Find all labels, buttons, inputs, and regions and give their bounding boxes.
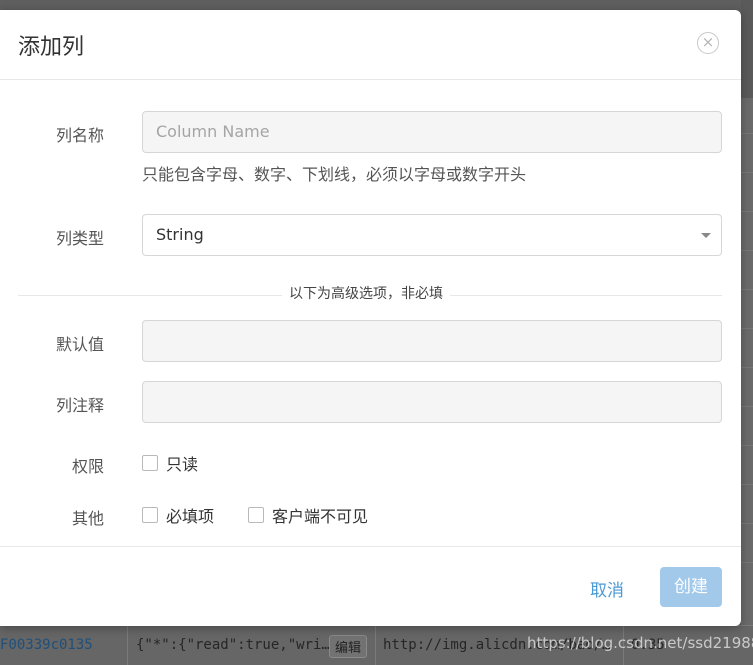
dialog-header: 添加列 × xyxy=(0,10,741,80)
column-type-select[interactable]: String xyxy=(142,214,722,256)
column-name-label: 列名称 xyxy=(55,126,104,145)
background-row-divider xyxy=(741,133,753,134)
chevron-down-icon xyxy=(701,233,711,238)
dialog-title: 添加列 xyxy=(18,35,85,60)
other-label: 其他 xyxy=(71,509,104,528)
create-button[interactable]: 创建 xyxy=(660,567,722,607)
add-column-dialog: 添加列 × 列名称 Column Name 只能包含字母、数字、下划线，必须以字… xyxy=(0,10,741,626)
required-checkbox-box[interactable] xyxy=(142,507,158,523)
default-value-input[interactable] xyxy=(142,320,722,362)
background-table-edge xyxy=(741,0,753,664)
column-name-input[interactable]: Column Name xyxy=(142,111,722,153)
background-row-divider xyxy=(741,172,753,173)
background-row-divider xyxy=(741,562,753,563)
row-edit-button: 编辑 xyxy=(329,635,368,658)
client-invisible-checkbox[interactable]: 客户端不可见 xyxy=(248,505,369,526)
advanced-divider-text: 以下为高级选项，非必填 xyxy=(282,283,450,303)
column-divider xyxy=(127,626,128,665)
readonly-checkbox[interactable]: 只读 xyxy=(142,453,199,474)
background-row-divider xyxy=(741,445,753,446)
cancel-button[interactable]: 取消 xyxy=(590,576,624,601)
comment-label: 列注释 xyxy=(55,396,104,415)
default-value-label: 默认值 xyxy=(55,335,104,354)
column-name-hint: 只能包含字母、数字、下划线，必须以字母或数字开头 xyxy=(142,165,527,184)
column-type-value: String xyxy=(156,225,204,244)
row-acl-cell: {"*":{"read":true,"wri… xyxy=(136,637,330,653)
column-divider xyxy=(375,626,376,665)
background-row-divider xyxy=(741,328,753,329)
background-row-divider xyxy=(741,250,753,251)
permission-label: 权限 xyxy=(71,457,104,476)
background-row-divider xyxy=(741,484,753,485)
background-table-header xyxy=(741,0,753,98)
readonly-checkbox-box[interactable] xyxy=(142,455,158,471)
background-row-divider xyxy=(741,289,753,290)
dialog-footer: 取消 创建 xyxy=(0,546,741,627)
comment-input[interactable] xyxy=(142,381,722,423)
required-checkbox-label: 必填项 xyxy=(166,507,215,526)
background-row-divider xyxy=(741,523,753,524)
client-invisible-checkbox-box[interactable] xyxy=(248,507,264,523)
required-checkbox[interactable]: 必填项 xyxy=(142,505,215,526)
background-row-divider xyxy=(741,211,753,212)
client-invisible-checkbox-label: 客户端不可见 xyxy=(272,507,369,526)
row-id-cell: F00339c0135 xyxy=(0,637,93,653)
column-name-placeholder: Column Name xyxy=(156,122,270,141)
readonly-checkbox-label: 只读 xyxy=(166,455,199,474)
close-icon[interactable]: × xyxy=(697,32,719,54)
background-row-divider xyxy=(741,367,753,368)
watermark: https://blog.csdn.net/ssd21988 xyxy=(527,634,753,652)
background-row-divider xyxy=(741,406,753,407)
column-type-label: 列类型 xyxy=(55,229,104,248)
